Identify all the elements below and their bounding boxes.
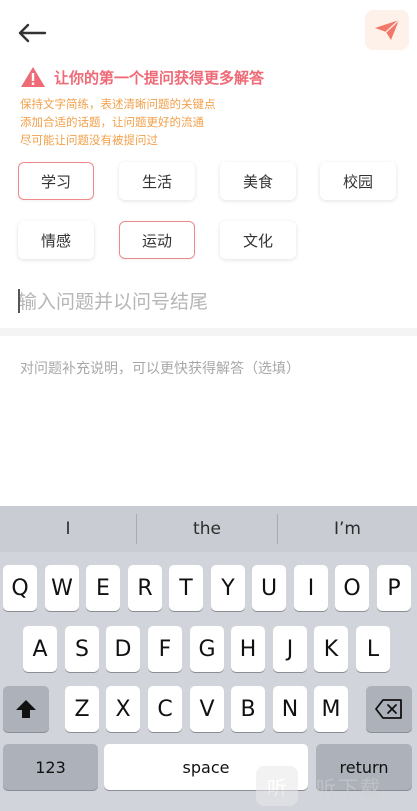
suggestion-bar: I the I’m: [0, 506, 417, 552]
tips-title: 让你的第一个提问获得更多解答: [54, 68, 265, 87]
tag-label: 文化: [242, 231, 273, 250]
key-g[interactable]: G: [190, 626, 224, 672]
suggestion[interactable]: I: [0, 506, 136, 552]
key-f[interactable]: F: [148, 626, 182, 672]
tag-label: 情感: [40, 231, 71, 250]
key-t[interactable]: T: [169, 565, 203, 611]
backspace-icon: [375, 699, 402, 719]
tips-line: 添加合适的话题，让问题更好的流通: [20, 115, 204, 129]
key-v[interactable]: V: [190, 686, 224, 732]
key-d[interactable]: D: [106, 626, 140, 672]
header: [0, 0, 417, 62]
tips-panel: 让你的第一个提问获得更多解答 保持文字简练，表述清晰问题的关键点 添加合适的话题…: [0, 62, 417, 154]
send-button[interactable]: [365, 10, 409, 50]
suggestion[interactable]: I’m: [278, 506, 417, 552]
tag-food[interactable]: 美食: [220, 162, 296, 200]
key-w[interactable]: W: [45, 565, 79, 611]
tag-label: 运动: [141, 231, 172, 250]
tips-line: 保持文字简练，表述清晰问题的关键点: [20, 97, 216, 111]
key-x[interactable]: X: [106, 686, 140, 732]
tag-campus[interactable]: 校园: [320, 162, 396, 200]
key-z[interactable]: Z: [65, 686, 99, 732]
key-q[interactable]: Q: [3, 565, 37, 611]
key-h[interactable]: H: [231, 626, 265, 672]
numbers-key[interactable]: 123: [3, 744, 98, 790]
arrow-left-icon: [18, 23, 47, 43]
text-cursor: [18, 289, 20, 313]
tips-line: 尽可能让问题没有被提问过: [20, 133, 158, 147]
watermark-text: 听下载: [316, 775, 382, 800]
key-e[interactable]: E: [86, 565, 120, 611]
key-c[interactable]: C: [148, 686, 182, 732]
tag-label: 美食: [242, 172, 273, 191]
warning-icon: [21, 67, 45, 87]
delete-key[interactable]: [366, 686, 412, 732]
description-input[interactable]: [20, 358, 400, 478]
tag-culture[interactable]: 文化: [220, 221, 296, 259]
shift-icon: [16, 700, 36, 718]
section-divider: [0, 328, 417, 336]
key-l[interactable]: L: [356, 626, 390, 672]
tag-sports[interactable]: 运动: [119, 221, 195, 259]
tag-label: 生活: [141, 172, 172, 191]
paper-plane-icon: [375, 19, 400, 40]
key-m[interactable]: M: [314, 686, 348, 732]
key-j[interactable]: J: [273, 626, 307, 672]
tag-label: 学习: [40, 172, 71, 191]
key-u[interactable]: U: [252, 565, 286, 611]
suggestion[interactable]: the: [137, 506, 277, 552]
tag-study[interactable]: 学习: [18, 162, 94, 200]
back-button[interactable]: [14, 18, 50, 48]
key-y[interactable]: Y: [211, 565, 245, 611]
key-b[interactable]: B: [231, 686, 265, 732]
tag-life[interactable]: 生活: [119, 162, 195, 200]
key-o[interactable]: O: [335, 565, 369, 611]
key-p[interactable]: P: [377, 565, 411, 611]
watermark: 听 听下载: [256, 766, 382, 806]
key-s[interactable]: S: [65, 626, 99, 672]
tag-label: 校园: [342, 172, 373, 191]
key-i[interactable]: I: [294, 565, 328, 611]
tag-emotion[interactable]: 情感: [18, 221, 94, 259]
watermark-logo: 听: [256, 766, 298, 806]
shift-key[interactable]: [3, 686, 49, 732]
question-input[interactable]: [18, 285, 398, 319]
tips-title-row: 让你的第一个提问获得更多解答: [20, 66, 264, 88]
key-k[interactable]: K: [314, 626, 348, 672]
key-a[interactable]: A: [23, 626, 57, 672]
key-r[interactable]: R: [128, 565, 162, 611]
key-n[interactable]: N: [273, 686, 307, 732]
